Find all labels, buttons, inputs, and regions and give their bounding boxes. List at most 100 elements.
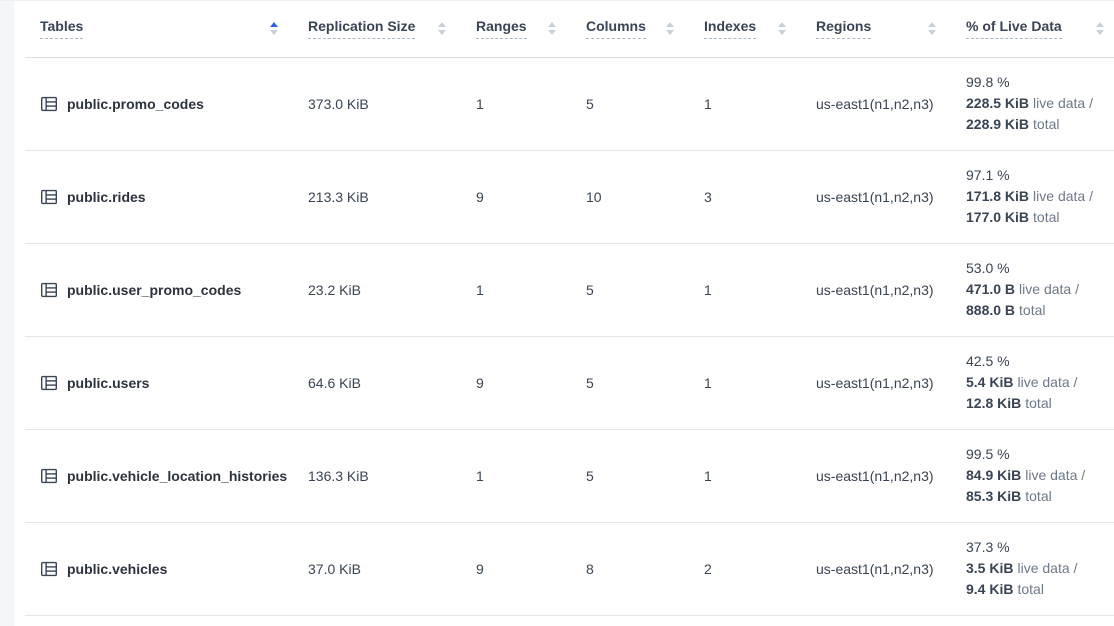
column-header-tables[interactable]: Tables <box>25 1 300 57</box>
replication-size-cell: 23.2 KiB <box>300 243 468 336</box>
table-name-link[interactable]: public.vehicles <box>67 561 167 577</box>
table-name-link[interactable]: public.vehicle_location_histories <box>67 468 287 484</box>
live-data-cell: 99.8 % 228.5 KiBlive data / 228.9 KiBtot… <box>958 57 1114 150</box>
live-size-line: 84.9 KiBlive data / <box>966 465 1106 486</box>
table-name-cell: public.vehicles <box>25 522 300 615</box>
indexes-cell: 3 <box>696 150 808 243</box>
table-header-row: Tables Replication Size Ranges <box>25 1 1114 57</box>
total-size-line: 228.9 KiBtotal <box>966 114 1106 135</box>
ranges-cell: 1 <box>468 243 578 336</box>
regions-cell: us-east1(n1,n2,n3) <box>808 336 958 429</box>
sort-asc-icon[interactable] <box>270 22 278 35</box>
table-icon <box>40 467 58 485</box>
table-name-link[interactable]: public.users <box>67 375 149 391</box>
live-data-cell: 99.5 % 84.9 KiBlive data / 85.3 KiBtotal <box>958 429 1114 522</box>
total-size-line: 177.0 KiBtotal <box>966 207 1106 228</box>
indexes-cell: 1 <box>696 429 808 522</box>
column-header-live-data[interactable]: % of Live Data <box>958 1 1114 57</box>
column-header-label: Ranges <box>476 18 527 39</box>
replication-size-cell: 37.0 KiB <box>300 522 468 615</box>
table-row: public.user_promo_codes 23.2 KiB 1 5 1 u… <box>25 243 1114 336</box>
table-name-cell: public.users <box>25 336 300 429</box>
tables-page: Tables Replication Size Ranges <box>0 0 1114 626</box>
columns-cell: 5 <box>578 57 696 150</box>
columns-cell: 8 <box>578 522 696 615</box>
tables-table: Tables Replication Size Ranges <box>25 1 1114 616</box>
ranges-cell: 1 <box>468 429 578 522</box>
live-size-line: 471.0 Blive data / <box>966 279 1106 300</box>
column-header-label: Tables <box>40 18 83 39</box>
column-header-label: % of Live Data <box>966 18 1062 39</box>
total-size-line: 888.0 Btotal <box>966 300 1106 321</box>
live-size-line: 5.4 KiBlive data / <box>966 372 1106 393</box>
live-percent: 53.0 % <box>966 258 1106 279</box>
table-icon <box>40 560 58 578</box>
column-header-regions[interactable]: Regions <box>808 1 958 57</box>
live-percent: 37.3 % <box>966 537 1106 558</box>
column-header-replication-size[interactable]: Replication Size <box>300 1 468 57</box>
column-header-label: Replication Size <box>308 18 415 39</box>
regions-cell: us-east1(n1,n2,n3) <box>808 243 958 336</box>
live-size-line: 3.5 KiBlive data / <box>966 558 1106 579</box>
ranges-cell: 1 <box>468 57 578 150</box>
table-row: public.vehicle_location_histories 136.3 … <box>25 429 1114 522</box>
total-size-line: 85.3 KiBtotal <box>966 486 1106 507</box>
regions-cell: us-east1(n1,n2,n3) <box>808 57 958 150</box>
columns-cell: 5 <box>578 243 696 336</box>
regions-cell: us-east1(n1,n2,n3) <box>808 150 958 243</box>
indexes-cell: 2 <box>696 522 808 615</box>
column-header-columns[interactable]: Columns <box>578 1 696 57</box>
regions-cell: us-east1(n1,n2,n3) <box>808 429 958 522</box>
total-size-line: 12.8 KiBtotal <box>966 393 1106 414</box>
ranges-cell: 9 <box>468 150 578 243</box>
columns-cell: 5 <box>578 336 696 429</box>
sort-icon[interactable] <box>548 22 556 35</box>
column-header-label: Columns <box>586 18 646 39</box>
replication-size-cell: 136.3 KiB <box>300 429 468 522</box>
column-header-label: Regions <box>816 18 871 39</box>
column-header-label: Indexes <box>704 18 756 39</box>
page-gutter <box>0 1 14 626</box>
live-data-cell: 97.1 % 171.8 KiBlive data / 177.0 KiBtot… <box>958 150 1114 243</box>
columns-cell: 5 <box>578 429 696 522</box>
column-header-ranges[interactable]: Ranges <box>468 1 578 57</box>
replication-size-cell: 64.6 KiB <box>300 336 468 429</box>
table-row: public.promo_codes 373.0 KiB 1 5 1 us-ea… <box>25 57 1114 150</box>
live-percent: 99.5 % <box>966 444 1106 465</box>
indexes-cell: 1 <box>696 57 808 150</box>
table-icon <box>40 374 58 392</box>
table-name-link[interactable]: public.user_promo_codes <box>67 282 241 298</box>
live-percent: 99.8 % <box>966 72 1106 93</box>
table-row: public.rides 213.3 KiB 9 10 3 us-east1(n… <box>25 150 1114 243</box>
sort-icon[interactable] <box>1096 22 1104 35</box>
sort-icon[interactable] <box>666 22 674 35</box>
live-size-line: 228.5 KiBlive data / <box>966 93 1106 114</box>
live-data-cell: 37.3 % 3.5 KiBlive data / 9.4 KiBtotal <box>958 522 1114 615</box>
column-header-indexes[interactable]: Indexes <box>696 1 808 57</box>
replication-size-cell: 373.0 KiB <box>300 57 468 150</box>
table-name-link[interactable]: public.promo_codes <box>67 96 204 112</box>
table-name-cell: public.user_promo_codes <box>25 243 300 336</box>
total-size-line: 9.4 KiBtotal <box>966 579 1106 600</box>
table-name-cell: public.vehicle_location_histories <box>25 429 300 522</box>
indexes-cell: 1 <box>696 336 808 429</box>
regions-cell: us-east1(n1,n2,n3) <box>808 522 958 615</box>
table-icon <box>40 281 58 299</box>
table-icon <box>40 188 58 206</box>
live-data-cell: 42.5 % 5.4 KiBlive data / 12.8 KiBtotal <box>958 336 1114 429</box>
sort-icon[interactable] <box>778 22 786 35</box>
table-name-link[interactable]: public.rides <box>67 189 146 205</box>
columns-cell: 10 <box>578 150 696 243</box>
sort-icon[interactable] <box>928 22 936 35</box>
table-row: public.users 64.6 KiB 9 5 1 us-east1(n1,… <box>25 336 1114 429</box>
table-row: public.vehicles 37.0 KiB 9 8 2 us-east1(… <box>25 522 1114 615</box>
indexes-cell: 1 <box>696 243 808 336</box>
live-data-cell: 53.0 % 471.0 Blive data / 888.0 Btotal <box>958 243 1114 336</box>
table-icon <box>40 95 58 113</box>
sort-icon[interactable] <box>438 22 446 35</box>
live-size-line: 171.8 KiBlive data / <box>966 186 1106 207</box>
live-percent: 97.1 % <box>966 165 1106 186</box>
live-percent: 42.5 % <box>966 351 1106 372</box>
replication-size-cell: 213.3 KiB <box>300 150 468 243</box>
table-name-cell: public.rides <box>25 150 300 243</box>
